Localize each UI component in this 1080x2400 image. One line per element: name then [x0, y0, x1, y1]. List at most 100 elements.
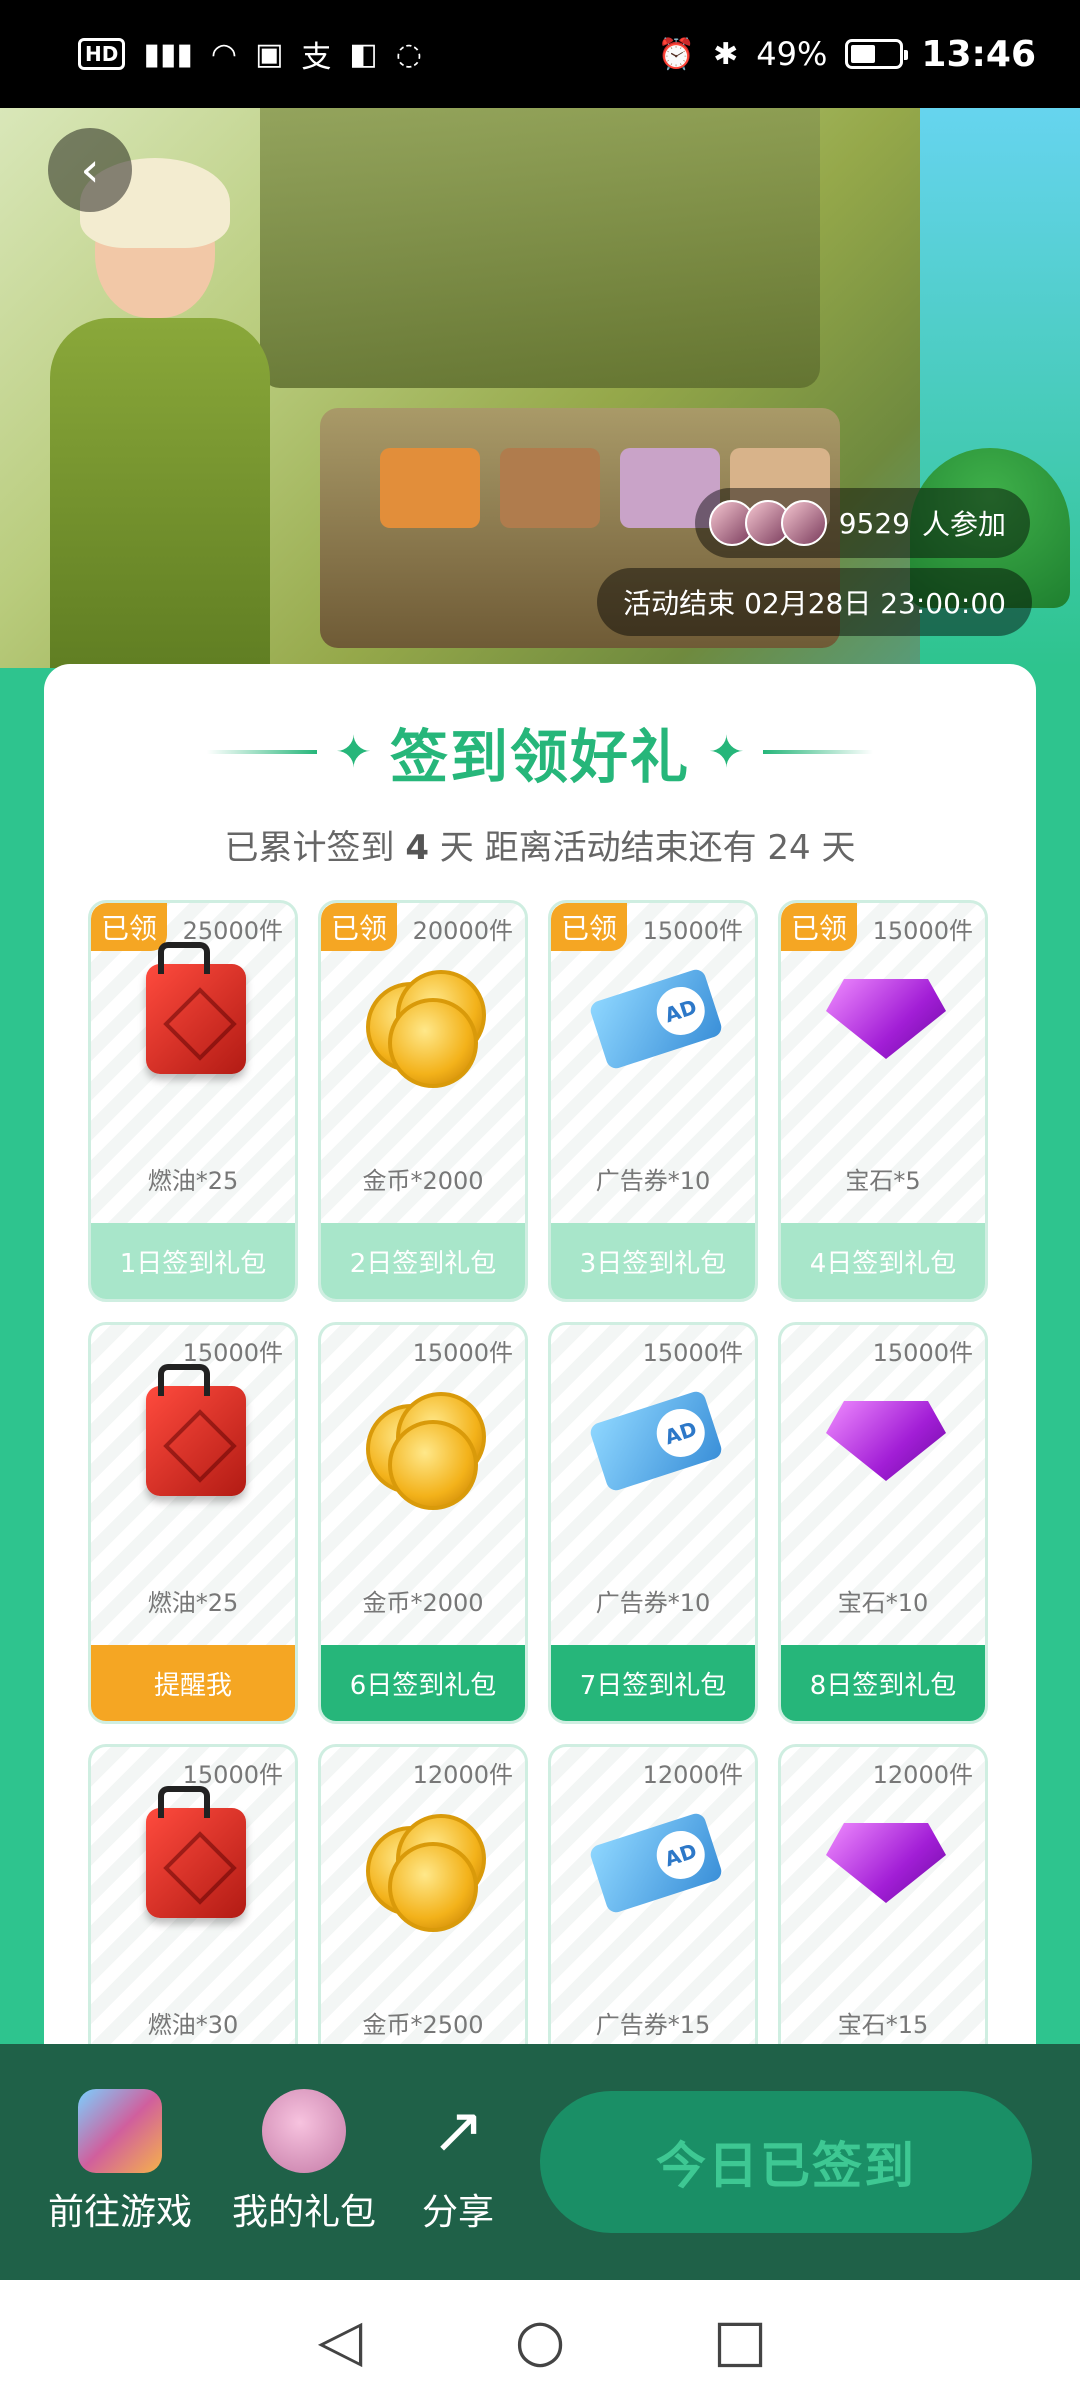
back-button[interactable]: ‹ [48, 128, 132, 212]
gem-icon [826, 1803, 946, 1923]
sparkle-icon: ✦ [708, 726, 745, 778]
gift-name: 燃油*25 [147, 1589, 239, 1617]
back-triangle-icon[interactable]: ◁ [300, 2300, 380, 2380]
gift-name: 广告券*15 [595, 2011, 711, 2039]
status-bar: HD ▮▮▮ ◠ ▣ 支 ◧ ◌ ⏰ ✱ 49% 13:46 [0, 0, 1080, 108]
claimed-badge: 已领 [781, 903, 858, 951]
gift-pack-button[interactable]: 3日签到礼包 [551, 1223, 755, 1299]
fuel-can-icon [136, 1364, 256, 1501]
game-app-icon [78, 2089, 162, 2173]
gold-coins-icon [366, 959, 486, 1088]
gift-name: 金币*2000 [362, 1167, 484, 1195]
goto-game-label: 前往游戏 [48, 2192, 193, 2233]
gift-stock: 15000件 [182, 1339, 283, 1367]
card-title-row: ✦ 签到领好礼 ✦ [44, 710, 1036, 794]
alipay-icon: 支 [301, 40, 332, 75]
participants-pill: 9529 人参加 [694, 488, 1030, 558]
gift-name: 金币*2000 [362, 1589, 484, 1617]
gift-tile[interactable]: 已领 25000件燃油*25 1日签到礼包 [88, 900, 298, 1302]
divider [762, 750, 873, 754]
gift-pack-button[interactable]: 4日签到礼包 [781, 1223, 985, 1299]
gift-tile[interactable]: 12000件 金币*2500 [318, 1744, 528, 2044]
signin-card: ✦ 签到领好礼 ✦ 已累计签到 4 天 距离活动结束还有 24 天 已领 2500… [44, 664, 1036, 2044]
card-title: 签到领好礼 [389, 723, 690, 791]
bluetooth-icon: ✱ [713, 36, 739, 72]
gift-tile[interactable]: 15000件金币*2000 6日签到礼包 [318, 1322, 528, 1724]
gift-box-icon [262, 2089, 347, 2173]
gift-name: 金币*2500 [362, 2011, 484, 2039]
gift-stock: 15000件 [642, 917, 743, 945]
gift-name: 宝石*15 [837, 2011, 929, 2039]
my-gifts-button[interactable]: 我的礼包 [232, 2089, 376, 2235]
alarm-icon: ⏰ [657, 36, 696, 72]
gift-stock: 15000件 [872, 1339, 973, 1367]
banner-kitchen [260, 108, 820, 388]
claimed-badge: 已领 [91, 903, 168, 951]
system-navigation-bar: ◁ ○ □ [0, 2280, 1080, 2400]
ad-ticket-icon: AD [588, 959, 724, 1079]
gift-name: 宝石*5 [845, 1167, 921, 1195]
gift-tile[interactable]: 15000件燃油*30 [88, 1744, 298, 2044]
bottom-action-bar: 前往游戏 我的礼包 ↗ 分享 今日已签到 [0, 2044, 1080, 2280]
gift-tile[interactable]: 15000件宝石*10 8日签到礼包 [778, 1322, 988, 1724]
divider [207, 750, 318, 754]
gift-stock: 15000件 [412, 1339, 513, 1367]
ad-ticket-icon: AD [588, 1803, 724, 1923]
gem-icon [826, 959, 946, 1079]
signed-today-button[interactable]: 今日已签到 [540, 2091, 1033, 2233]
gift-pack-button[interactable]: 6日签到礼包 [321, 1645, 525, 1721]
remind-me-button[interactable]: 提醒我 [91, 1645, 295, 1721]
my-gifts-label: 我的礼包 [232, 2192, 377, 2233]
gift-tile[interactable]: 12000件 宝石*15 [778, 1744, 988, 2044]
gold-coins-icon [366, 1803, 486, 1932]
app-icon: ◧ [349, 36, 378, 72]
fuel-can-icon [136, 1786, 256, 1923]
claimed-badge: 已领 [551, 903, 628, 951]
participant-avatars [708, 500, 827, 546]
battery-percent: 49% [756, 35, 828, 73]
gift-tile[interactable]: 已领 20000件金币*2000 2日签到礼包 [318, 900, 528, 1302]
status-right: ⏰ ✱ 49% 13:46 [658, 34, 1036, 75]
sparkle-icon: ✦ [335, 726, 372, 778]
gift-tile[interactable]: 15000件 AD 广告券*10 7日签到礼包 [548, 1322, 758, 1724]
gift-name: 宝石*10 [837, 1589, 929, 1617]
status-left: HD ▮▮▮ ◠ ▣ 支 ◧ ◌ [78, 34, 422, 75]
share-button[interactable]: ↗ 分享 [416, 2089, 500, 2235]
notification-icon: ▣ [255, 36, 284, 72]
share-icon: ↗ [431, 2094, 485, 2168]
clock: 13:46 [921, 33, 1036, 75]
gift-name: 燃油*25 [147, 1167, 239, 1195]
gift-stock: 15000件 [872, 917, 973, 945]
goto-game-button[interactable]: 前往游戏 [48, 2089, 192, 2235]
gold-coins-icon [366, 1381, 486, 1510]
gift-name: 广告券*10 [595, 1589, 711, 1617]
gift-pack-button[interactable]: 2日签到礼包 [321, 1223, 525, 1299]
gift-name: 广告券*10 [595, 1167, 711, 1195]
gift-name: 燃油*30 [147, 2011, 239, 2039]
banner-character [40, 148, 270, 668]
share-label: 分享 [422, 2192, 495, 2233]
gift-tile[interactable]: 12000件 AD 广告券*15 [548, 1744, 758, 2044]
gift-pack-button[interactable]: 7日签到礼包 [551, 1645, 755, 1721]
signal-icon: ▮▮▮ [143, 36, 193, 72]
food-tray [380, 448, 480, 528]
gift-stock: 15000件 [182, 1761, 283, 1789]
gift-stock: 20000件 [412, 917, 513, 945]
gift-stock: 15000件 [642, 1339, 743, 1367]
participants-count: 9529 [838, 506, 910, 540]
gift-tile[interactable]: 已领 15000件 AD 广告券*10 3日签到礼包 [548, 900, 758, 1302]
battery-icon [845, 39, 909, 69]
recents-square-icon[interactable]: □ [700, 2300, 780, 2380]
claimed-badge: 已领 [321, 903, 398, 951]
gift-stock: 25000件 [182, 917, 283, 945]
gift-pack-button[interactable]: 1日签到礼包 [91, 1223, 295, 1299]
gift-pack-button[interactable]: 8日签到礼包 [781, 1645, 985, 1721]
food-tray [500, 448, 600, 528]
fuel-can-icon [136, 942, 256, 1079]
gift-tile[interactable]: 已领 15000件宝石*5 4日签到礼包 [778, 900, 988, 1302]
wifi-icon: ◠ [210, 36, 238, 72]
event-banner: ‹ 9529 人参加 活动结束 02月28日 23:00:00 [0, 108, 1080, 668]
home-circle-icon[interactable]: ○ [500, 2300, 580, 2380]
gift-grid: 已领 25000件燃油*25 1日签到礼包 已领 20000件金币*2000 2日签到礼包… [88, 900, 992, 2044]
gift-tile[interactable]: 15000件燃油*25 提醒我 [88, 1322, 298, 1724]
